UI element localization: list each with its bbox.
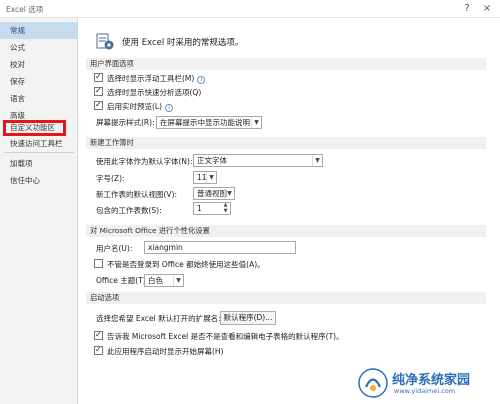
always-use-option[interactable]: 不管是否登录到 Office 都始终使用这些值(A)。 [94, 259, 265, 271]
mini-toolbar-label: 选择时显示浮动工具栏(M) [107, 74, 195, 83]
chevron-down-icon: ▼ [251, 117, 261, 128]
sidebar-item-label: 语言 [10, 94, 25, 103]
default-programs-button[interactable]: 默认程序(D)... [220, 311, 276, 325]
sheet-count-spinner[interactable]: 1 ▲ ▼ [193, 202, 231, 215]
section-personalize: 对 Microsoft Office 进行个性化设置 [86, 225, 486, 237]
sidebar-item-label: 信任中心 [10, 176, 40, 185]
tell-me-option[interactable]: 告诉我 Microsoft Excel 是否不是查看和编辑电子表格的默认程序(T… [94, 329, 344, 343]
tell-me-checkbox[interactable] [94, 329, 103, 341]
show-start-screen-checkbox[interactable] [94, 344, 103, 356]
spin-down-icon[interactable]: ▼ [221, 209, 230, 214]
default-font-value: 正文字体 [197, 156, 227, 165]
section-new-workbook: 新建工作簿时 [86, 137, 486, 149]
chevron-down-icon: ▼ [173, 275, 183, 286]
watermark: 纯净系统家园 www.yidaimei.com [358, 366, 494, 400]
chevron-down-icon: ▼ [206, 172, 216, 183]
office-theme-label: Office 主题(T): [96, 276, 149, 285]
screentip-style-value: 在屏幕提示中显示功能说明 [160, 118, 250, 127]
office-theme-select[interactable]: 白色 ▼ [144, 274, 184, 287]
live-preview-label: 启用实时预览(L) [107, 102, 163, 111]
sidebar-item-addins[interactable]: 加载项 [0, 155, 78, 172]
section-startup: 启动选项 [86, 292, 486, 304]
tell-me-label: 告诉我 Microsoft Excel 是否不是查看和编辑电子表格的默认程序(T… [107, 332, 344, 341]
title-bar: Excel 选项 ? × [0, 0, 500, 18]
highlight-box [3, 120, 66, 136]
sheet-count-label: 包含的工作表数(S): [96, 206, 162, 215]
sidebar-item-trust-center[interactable]: 信任中心 [0, 172, 78, 189]
sidebar-item-general[interactable]: 常规 [0, 22, 78, 39]
info-icon: i [165, 104, 174, 112]
options-settings-icon [96, 33, 114, 50]
office-theme-value: 白色 [148, 276, 163, 285]
live-preview-checkbox[interactable] [94, 99, 103, 111]
font-size-label: 字号(Z): [96, 174, 125, 183]
sheet-count-value: 1 [197, 204, 202, 213]
screentip-style-label: 屏幕提示样式(R): [96, 118, 155, 127]
mini-toolbar-option[interactable]: 选择时显示浮动工具栏(M)i [94, 71, 206, 85]
default-view-select[interactable]: 普通视图 ▼ [193, 187, 235, 200]
quick-analysis-label: 选择时显示快速分析选项(Q) [107, 88, 202, 97]
font-size-select[interactable]: 11 ▼ [193, 171, 217, 184]
sidebar-item-quick-access-toolbar[interactable]: 快速访问工具栏 [0, 135, 78, 152]
show-start-screen-label: 此应用程序启动时显示开始屏幕(H) [107, 347, 224, 356]
sidebar-item-label: 加载项 [10, 159, 33, 168]
default-view-label: 新工作表的默认视图(V): [96, 190, 178, 199]
sidebar: 常规 公式 校对 保存 语言 高级 自定义功能区 快速访问工具栏 加载项 信任中… [0, 18, 78, 404]
watermark-url: www.yidaimei.com [394, 387, 456, 395]
username-label: 用户名(U): [96, 244, 133, 253]
extensions-label: 选择您希望 Excel 默认打开的扩展名: [96, 314, 221, 323]
default-view-value: 普通视图 [197, 189, 227, 198]
quick-analysis-option[interactable]: 选择时显示快速分析选项(Q) [94, 85, 202, 99]
info-icon: i [197, 76, 206, 84]
screentip-style-select[interactable]: 在屏幕提示中显示功能说明 ▼ [156, 116, 262, 129]
sidebar-item-formulas[interactable]: 公式 [0, 39, 78, 56]
main-panel: 使用 Excel 时采用的常规选项。 用户界面选项 选择时显示浮动工具栏(M)i… [80, 18, 500, 404]
sidebar-item-label: 校对 [10, 60, 25, 69]
default-font-select[interactable]: 正文字体 ▼ [193, 154, 323, 167]
always-use-checkbox[interactable] [94, 259, 103, 268]
sidebar-item-label: 常规 [10, 26, 25, 35]
help-button[interactable]: ? [458, 1, 476, 16]
username-input[interactable]: xiangmin [144, 241, 296, 254]
sidebar-item-language[interactable]: 语言 [0, 90, 78, 107]
show-start-screen-option[interactable]: 此应用程序启动时显示开始屏幕(H) [94, 344, 224, 358]
watermark-text: 纯净系统家园 [392, 373, 471, 388]
watermark-logo-icon [358, 368, 388, 398]
quick-analysis-checkbox[interactable] [94, 85, 103, 97]
sidebar-item-label: 公式 [10, 43, 25, 52]
default-font-label: 使用此字体作为默认字体(N): [96, 157, 193, 166]
sidebar-divider [4, 152, 74, 153]
always-use-label: 不管是否登录到 Office 都始终使用这些值(A)。 [107, 260, 265, 269]
close-button[interactable]: × [478, 1, 496, 16]
sidebar-item-proofing[interactable]: 校对 [0, 56, 78, 73]
panel-header-text: 使用 Excel 时采用的常规选项。 [122, 38, 244, 48]
live-preview-option[interactable]: 启用实时预览(L)i [94, 99, 174, 113]
chevron-down-icon: ▼ [224, 188, 234, 199]
window-title: Excel 选项 [6, 5, 44, 14]
sidebar-item-label: 快速访问工具栏 [10, 139, 63, 148]
chevron-down-icon: ▼ [312, 155, 322, 166]
sidebar-item-label: 保存 [10, 77, 25, 86]
sidebar-item-save[interactable]: 保存 [0, 73, 78, 90]
mini-toolbar-checkbox[interactable] [94, 71, 103, 83]
section-ui-options: 用户界面选项 [86, 58, 486, 70]
